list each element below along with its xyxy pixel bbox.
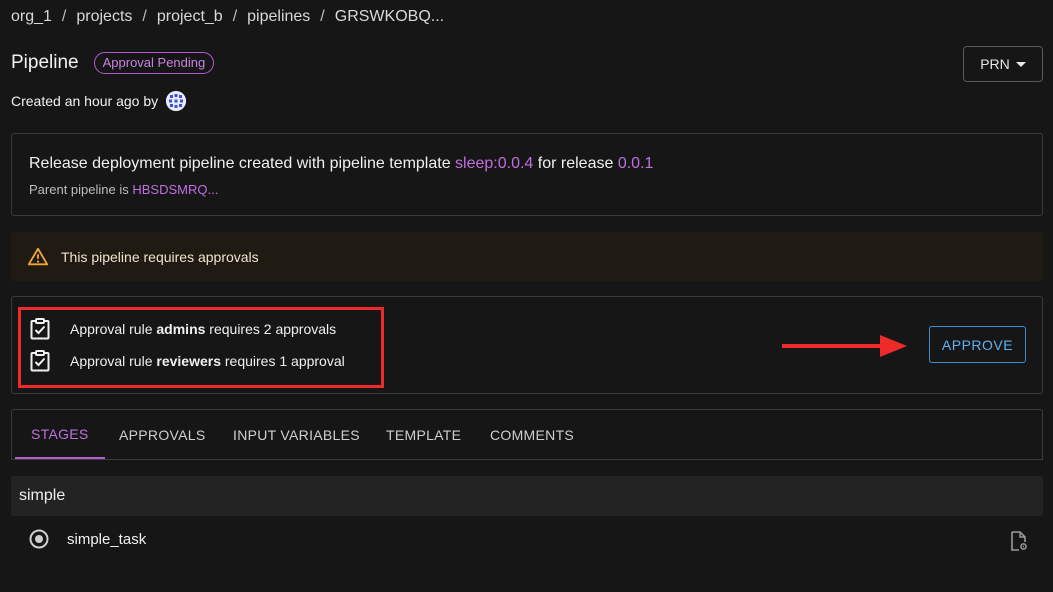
- release-link[interactable]: 0.0.1: [618, 155, 654, 172]
- tab-template[interactable]: TEMPLATE: [370, 410, 477, 459]
- status-badge: Approval Pending: [93, 52, 215, 74]
- breadcrumb-current-pipeline: GRSWKOBQ...: [334, 8, 445, 25]
- prn-button-label: PRN: [980, 56, 1010, 72]
- stage-name: simple: [19, 487, 66, 504]
- approval-warning-banner: This pipeline requires approvals: [11, 232, 1043, 281]
- tab-stages[interactable]: STAGES: [15, 410, 105, 459]
- tabs-bar: STAGES APPROVALS INPUT VARIABLES TEMPLAT…: [11, 409, 1043, 460]
- avatar[interactable]: [166, 91, 187, 111]
- parent-pipeline-text: Parent pipeline is HBSDSMRQ...: [29, 182, 218, 197]
- prn-button[interactable]: PRN: [963, 46, 1043, 82]
- breadcrumb-projects[interactable]: projects: [76, 8, 132, 26]
- file-settings-icon[interactable]: [1010, 531, 1028, 551]
- description-card: Release deployment pipeline created with…: [11, 133, 1043, 216]
- task-name: simple_task: [67, 530, 147, 548]
- breadcrumb-separator: /: [320, 8, 325, 25]
- task-row[interactable]: simple_task: [28, 528, 146, 550]
- breadcrumb-separator: /: [232, 8, 238, 25]
- radio-status-icon: [29, 529, 49, 549]
- tab-approvals[interactable]: APPROVALS: [103, 410, 221, 459]
- page-title: Pipeline: [11, 52, 79, 73]
- template-link[interactable]: sleep:0.0.4: [455, 155, 533, 172]
- breadcrumb: org_1 / projects / project_b / pipelines…: [11, 8, 444, 26]
- title-row: Pipeline Approval Pending: [11, 52, 215, 74]
- breadcrumb-org[interactable]: org_1: [11, 8, 52, 26]
- caret-down-icon: [1015, 61, 1026, 67]
- warning-icon: [27, 247, 49, 265]
- warning-text: This pipeline requires approvals: [61, 248, 259, 265]
- tab-input-variables[interactable]: INPUT VARIABLES: [217, 410, 376, 459]
- tab-comments[interactable]: COMMENTS: [474, 410, 590, 459]
- breadcrumb-separator: /: [142, 8, 147, 25]
- stage-header[interactable]: simple: [11, 476, 1043, 516]
- annotation-highlight-box: [18, 307, 384, 388]
- created-by: Created an hour ago by: [11, 91, 187, 111]
- annotation-arrow-icon: [782, 335, 907, 357]
- breadcrumb-pipelines[interactable]: pipelines: [247, 8, 310, 26]
- approve-button[interactable]: APPROVE: [929, 326, 1026, 363]
- created-text: Created an hour ago by: [11, 93, 159, 109]
- description-middle: for release: [537, 155, 614, 172]
- breadcrumb-separator: /: [61, 8, 67, 25]
- parent-pipeline-link[interactable]: HBSDSMRQ...: [132, 182, 218, 197]
- parent-prefix: Parent pipeline is: [29, 182, 129, 197]
- description-text: Release deployment pipeline created with…: [29, 155, 653, 173]
- description-prefix: Release deployment pipeline created with…: [29, 155, 451, 172]
- breadcrumb-project[interactable]: project_b: [157, 8, 223, 26]
